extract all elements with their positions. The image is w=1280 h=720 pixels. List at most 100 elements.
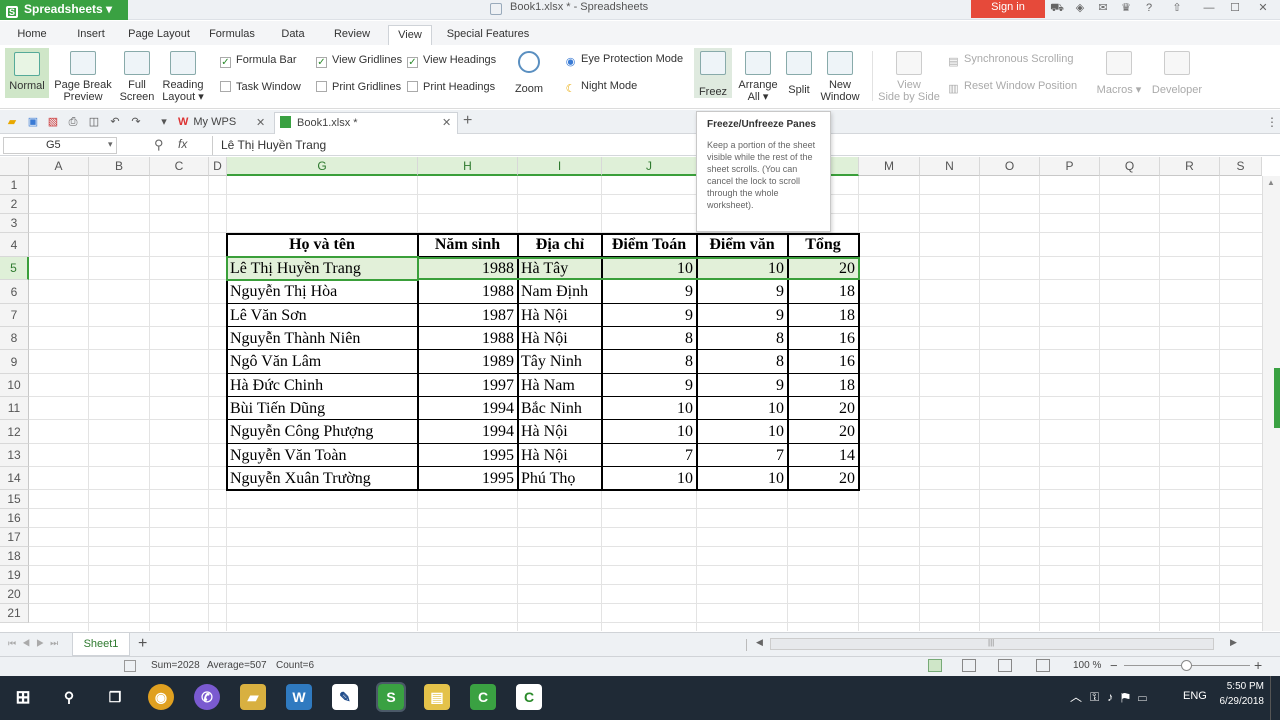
row-header[interactable]: 20 [0,585,29,604]
tab-view[interactable]: View [388,25,432,45]
table-cell[interactable]: 9 [603,304,695,327]
night-mode-button[interactable]: ☾ Night Mode [564,80,638,96]
table-cell[interactable]: 20 [789,420,857,444]
row-header[interactable]: 6 [0,280,29,304]
redo-icon[interactable]: ↷ [129,115,143,129]
row-header[interactable]: 14 [0,467,29,490]
restore-ribbon-icon[interactable]: ⇧ [1170,2,1184,14]
close-tab-icon[interactable]: ✕ [256,116,265,129]
row-header[interactable]: 3 [0,214,29,233]
open-icon[interactable]: ▰ [5,115,19,129]
sheet-grid[interactable]: ABCDGHIJKLMNOPQRS 1234567891011121314151… [0,157,1280,631]
zoom-in-icon[interactable]: + [1254,657,1262,673]
table-cell[interactable]: 20 [789,467,857,490]
full-screen-button[interactable]: Full Screen [118,51,156,103]
reset-window-position-button[interactable]: ▥ Reset Window Position [947,80,1077,96]
select-all-corner[interactable] [0,157,29,176]
app-menu-button[interactable]: S Spreadsheets ▾ [0,0,128,20]
table-cell[interactable]: 1997 [419,374,516,397]
table-cell[interactable]: Nam Định [519,280,601,304]
table-cell[interactable]: 10 [603,257,695,280]
tab-review[interactable]: Review [326,25,378,45]
customize-toolbar-icon[interactable]: ▾ [157,115,171,129]
tab-book1[interactable]: Book1.xlsx * [274,112,458,134]
normal-view-button[interactable]: Normal [5,48,49,98]
skin-icon[interactable]: ◈ [1073,2,1087,14]
name-box[interactable]: G5 [3,137,117,154]
wps-spreadsheets-icon[interactable]: S [376,682,406,712]
windows-start-icon[interactable]: ⊞ [10,684,36,710]
scroll-up-icon[interactable]: ▲ [1267,178,1275,187]
table-cell[interactable]: 9 [603,374,695,397]
tab-formulas[interactable]: Formulas [204,25,260,45]
close-book-tab-icon[interactable]: ✕ [442,116,451,129]
table-cell[interactable]: Lê Văn Sơn [228,304,416,327]
tab-list-icon[interactable]: ⋮ [1266,115,1278,129]
help-icon[interactable]: ? [1142,2,1156,14]
view-gridlines-checkbox[interactable]: ✓ View Gridlines [316,54,402,68]
print-icon[interactable]: ⎙ [66,115,80,129]
page-break-view-icon[interactable] [962,659,976,672]
row-header[interactable]: 5 [0,257,29,280]
view-side-by-side-button[interactable]: View Side by Side [878,51,940,103]
column-header[interactable]: C [150,157,209,176]
table-cell[interactable]: Hà Tây [519,257,601,280]
viber-icon[interactable]: ✆ [194,684,220,710]
table-cell[interactable]: 8 [698,327,786,350]
column-header[interactable]: S [1220,157,1262,176]
sheet-tab-sheet1[interactable]: Sheet1 [72,633,130,656]
table-cell[interactable]: 10 [698,467,786,490]
table-cell[interactable]: Địa chỉ [519,233,601,257]
sign-in-button[interactable]: Sign in [971,0,1045,18]
table-cell[interactable]: 1995 [419,467,516,490]
table-cell[interactable]: Hà Đức Chinh [228,374,416,397]
row-header[interactable]: 11 [0,397,29,420]
row-header[interactable]: 9 [0,350,29,374]
camtasia-recorder-icon[interactable]: C [516,684,542,710]
cart-icon[interactable]: ⛟ [1050,2,1064,14]
save-icon[interactable]: ▣ [26,115,40,129]
table-cell[interactable]: 16 [789,350,857,374]
row-header[interactable]: 1 [0,176,29,195]
table-cell[interactable]: 10 [698,420,786,444]
table-cell[interactable]: 9 [698,280,786,304]
show-desktop[interactable] [1270,676,1271,720]
table-cell[interactable]: 10 [603,397,695,420]
table-cell[interactable]: Bùi Tiến Dũng [228,397,416,420]
row-header[interactable]: 13 [0,444,29,467]
export-pdf-icon[interactable]: ▧ [46,115,60,129]
search-icon[interactable]: ⚲ [154,137,164,153]
row-header[interactable]: 19 [0,566,29,585]
notepad-icon[interactable]: ✎ [332,684,358,710]
table-cell[interactable]: 9 [698,304,786,327]
row-header[interactable]: 2 [0,195,29,214]
table-cell[interactable]: Hà Nam [519,374,601,397]
table-cell[interactable]: 14 [789,444,857,467]
table-cell[interactable]: 10 [698,257,786,280]
row-header[interactable]: 17 [0,528,29,547]
table-cell[interactable]: 16 [789,327,857,350]
new-tab-icon[interactable]: + [463,112,472,130]
language-indicator[interactable]: ENG [1183,690,1207,702]
scroll-left-icon[interactable]: ◀ [756,637,763,648]
add-sheet-icon[interactable]: + [138,635,147,653]
tab-page-layout[interactable]: Page Layout [124,25,194,45]
table-cell[interactable]: Bắc Ninh [519,397,601,420]
tab-special-features[interactable]: Special Features [442,25,534,45]
table-cell[interactable]: 20 [789,397,857,420]
table-cell[interactable]: Phú Thọ [519,467,601,490]
new-window-button[interactable]: New Window [818,51,862,103]
column-header[interactable]: D [209,157,227,176]
tab-home[interactable]: Home [10,25,54,45]
tab-my-wps[interactable]: W My WPS [178,112,268,134]
file-manager-icon[interactable]: ▰ [240,684,266,710]
minimize-icon[interactable]: — [1202,2,1216,14]
table-cell[interactable]: 1988 [419,280,516,304]
clock-time[interactable]: 5:50 PM [1210,681,1264,692]
table-cell[interactable]: Nguyễn Công Phượng [228,420,416,444]
wps-writer-icon[interactable]: W [286,684,312,710]
close-icon[interactable]: ✕ [1256,2,1270,14]
column-header[interactable]: P [1040,157,1100,176]
clock-date[interactable]: 6/29/2018 [1210,696,1265,707]
column-header[interactable]: N [920,157,980,176]
